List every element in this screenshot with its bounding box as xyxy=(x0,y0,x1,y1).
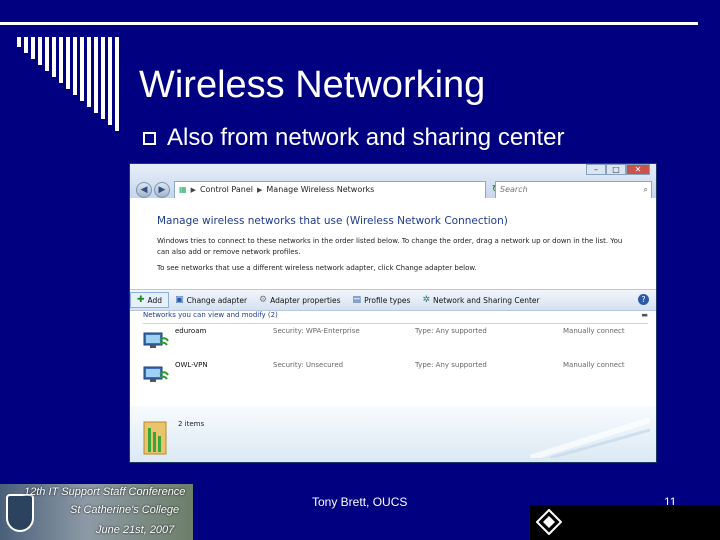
adapter-hint-text: To see networks that use a different wir… xyxy=(157,264,477,272)
bullet-text: Also from network and sharing center xyxy=(167,124,565,151)
wireless-network-icon xyxy=(143,366,169,382)
profile-types-label: Profile types xyxy=(364,295,411,305)
deco-bar xyxy=(31,37,35,59)
banner-line-2: St Catherine's College xyxy=(70,504,180,516)
profile-types-button[interactable]: ▤ Profile types xyxy=(347,295,417,305)
banner-line-1: 12th IT Support Staff Conference xyxy=(24,486,186,498)
forward-arrow-icon[interactable]: ▶ xyxy=(154,182,170,198)
chevron-right-icon: ▶ xyxy=(190,186,196,194)
add-label: Add xyxy=(147,295,163,305)
deco-bar xyxy=(94,37,98,113)
control-panel-icon: ▦ xyxy=(179,185,187,194)
deco-bar xyxy=(101,37,105,119)
item-count: 2 items xyxy=(178,420,205,428)
search-input[interactable]: Search ⌕ xyxy=(495,181,652,199)
folder-icon xyxy=(143,421,167,455)
deco-bar xyxy=(108,37,112,125)
maximize-icon[interactable]: □ xyxy=(606,164,626,175)
change-adapter-label: Change adapter xyxy=(186,295,248,305)
deco-bar xyxy=(24,37,28,53)
help-icon[interactable]: ? xyxy=(638,294,649,305)
slide-title: Wireless Networking xyxy=(139,64,486,106)
network-sharing-label: Network and Sharing Center xyxy=(432,295,540,305)
content-pane: Manage wireless networks that use (Wirel… xyxy=(130,198,656,289)
network-type: Type: Any supported xyxy=(415,361,487,369)
chevron-right-icon: ▶ xyxy=(257,186,263,194)
change-adapter-button[interactable]: ▣ Change adapter xyxy=(169,295,253,305)
list-header-label: Networks you can view and modify (2) xyxy=(143,311,278,319)
deco-bar xyxy=(45,37,49,71)
deco-bar xyxy=(52,37,56,77)
command-toolbar: ✚ Add ▣ Change adapter ⚙ Adapter propert… xyxy=(130,289,656,311)
plus-icon: ✚ xyxy=(137,295,145,305)
minimize-icon[interactable]: – xyxy=(586,164,606,175)
deco-bar xyxy=(115,37,119,131)
network-security: Security: WPA-Enterprise xyxy=(273,327,360,335)
page-heading: Manage wireless networks that use (Wirel… xyxy=(157,215,508,227)
back-arrow-icon[interactable]: ◀ xyxy=(136,182,152,198)
breadcrumb-manage-wireless[interactable]: Manage Wireless Networks xyxy=(266,182,374,198)
deco-bar xyxy=(59,37,63,83)
address-breadcrumb[interactable]: ▦ ▶ Control Panel ▶ Manage Wireless Netw… xyxy=(174,181,486,199)
deco-bar xyxy=(66,37,70,89)
decorative-swoosh xyxy=(530,418,650,458)
address-bar-area: – □ ✕ ◀ ▶ ▦ ▶ Control Panel ▶ Manage Wir… xyxy=(130,164,656,199)
bullet-icon xyxy=(143,131,156,145)
add-button[interactable]: ✚ Add xyxy=(130,292,170,308)
network-icon: ✲ xyxy=(422,295,430,305)
breadcrumb-control-panel[interactable]: Control Panel xyxy=(200,182,253,198)
list-item[interactable]: OWL-VPN Security: Unsecured Type: Any su… xyxy=(143,360,648,394)
slide-footer: Tony Brett, OUCS xyxy=(312,495,408,509)
deco-bar xyxy=(87,37,91,107)
manage-wireless-networks-window: – □ ✕ ◀ ▶ ▦ ▶ Control Panel ▶ Manage Wir… xyxy=(129,163,657,463)
network-name: eduroam xyxy=(175,327,207,335)
adapter-icon: ▣ xyxy=(175,295,184,305)
window-controls: – □ ✕ xyxy=(586,164,650,175)
deco-bar xyxy=(38,37,42,65)
conference-banner: 12th IT Support Staff Conference St Cath… xyxy=(0,484,193,540)
network-mode: Manually connect xyxy=(563,327,625,335)
adapter-properties-label: Adapter properties xyxy=(270,295,341,305)
network-type: Type: Any supported xyxy=(415,327,487,335)
deco-bar xyxy=(17,37,21,47)
college-crest-logo xyxy=(6,494,34,532)
deco-bar xyxy=(73,37,77,95)
wireless-network-icon xyxy=(143,332,169,348)
network-list-header: Networks you can view and modify (2) ▬ xyxy=(143,311,648,324)
network-mode: Manually connect xyxy=(563,361,625,369)
bullet-item: Also from network and sharing center xyxy=(143,124,565,152)
deco-bar xyxy=(80,37,84,101)
collapse-icon[interactable]: ▬ xyxy=(641,311,648,319)
close-icon[interactable]: ✕ xyxy=(626,164,650,175)
properties-icon: ⚙ xyxy=(259,295,268,305)
adapter-properties-button[interactable]: ⚙ Adapter properties xyxy=(253,295,347,305)
banner-line-3: June 21st, 2007 xyxy=(96,524,175,536)
network-security: Security: Unsecured xyxy=(273,361,344,369)
search-icon[interactable]: ⌕ xyxy=(644,182,648,198)
profile-icon: ▤ xyxy=(352,295,362,305)
details-pane: 2 items xyxy=(130,406,656,462)
oucs-logo-icon xyxy=(536,509,562,535)
network-name: OWL-VPN xyxy=(175,361,208,369)
list-item[interactable]: eduroam Security: WPA-Enterprise Type: A… xyxy=(143,326,648,360)
network-sharing-center-button[interactable]: ✲ Network and Sharing Center xyxy=(416,295,545,305)
search-placeholder: Search xyxy=(500,185,528,194)
description-text: Windows tries to connect to these networ… xyxy=(157,237,623,256)
top-rule xyxy=(0,22,698,25)
